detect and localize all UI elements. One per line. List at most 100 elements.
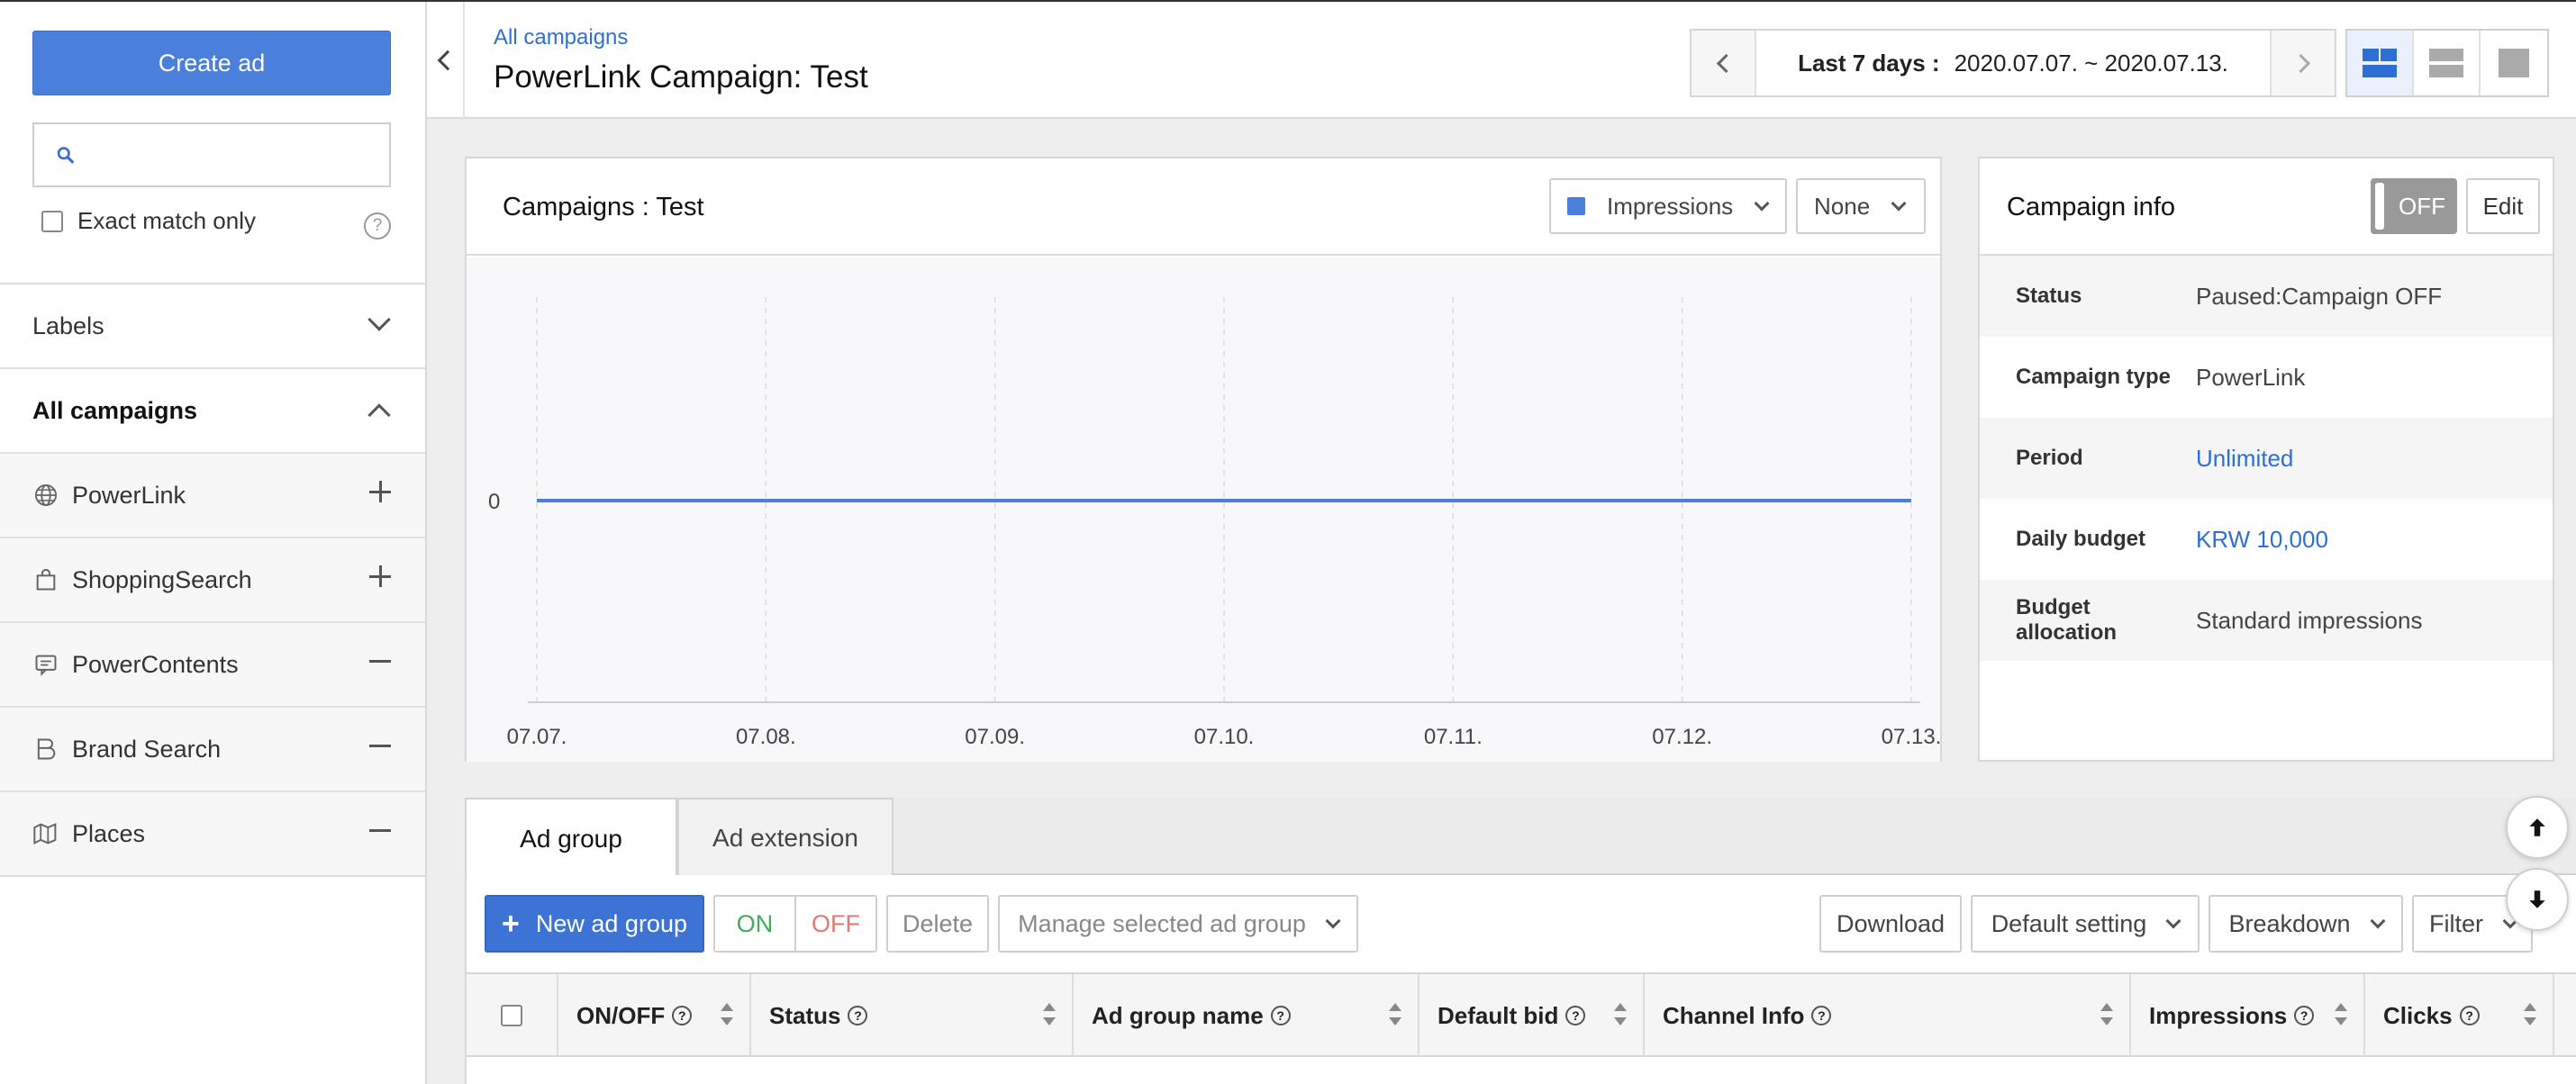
layout-split-button[interactable] <box>2347 31 2414 95</box>
all-campaigns-label: All campaigns <box>32 396 198 424</box>
x-tick-label: 07.11. <box>1424 725 1483 749</box>
edit-campaign-button[interactable]: Edit <box>2466 178 2540 234</box>
column-label: Default bid <box>1438 1001 1559 1029</box>
campaign-on-off-toggle[interactable]: OFF <box>2371 178 2457 234</box>
layout-rows-icon <box>2429 49 2463 77</box>
delete-button[interactable]: Delete <box>886 895 989 953</box>
manage-selected-ad-group-select[interactable]: Manage selected ad group <box>998 895 1358 953</box>
sidebar-item-places[interactable]: Places <box>0 790 425 875</box>
arrow-down-icon <box>2529 890 2545 908</box>
campaign-info-card: Campaign info OFF Edit Status Paused:Cam… <box>1978 157 2554 762</box>
manage-label: Manage selected ad group <box>1018 909 1306 937</box>
primary-metric-label: Impressions <box>1607 192 1734 220</box>
sidebar-item-label: PowerContents <box>72 650 239 678</box>
search-input[interactable] <box>75 124 389 185</box>
sort-icon[interactable] <box>2335 1003 2347 1028</box>
next-period-button[interactable] <box>2272 31 2335 95</box>
daily-budget-link[interactable]: KRW 10,000 <box>2196 526 2328 554</box>
exact-match-row[interactable]: Exact match only <box>41 207 256 235</box>
chevron-up-icon <box>367 403 391 427</box>
table-row[interactable] <box>467 1057 2576 1084</box>
all-campaigns-section[interactable]: All campaigns <box>0 367 425 452</box>
minus-icon[interactable] <box>369 819 391 841</box>
help-icon[interactable]: ? <box>848 1006 868 1025</box>
sidebar-item-brand-search[interactable]: Brand Search <box>0 706 425 790</box>
column-status[interactable]: Status? <box>751 974 1074 1057</box>
off-button[interactable]: OFF <box>794 895 877 953</box>
new-ad-group-label: New ad group <box>535 909 687 937</box>
column-clicks[interactable]: Clicks? <box>2365 974 2554 1057</box>
on-button[interactable]: ON <box>713 895 796 953</box>
select-all-checkbox[interactable] <box>501 1005 522 1026</box>
previous-period-button[interactable] <box>1692 31 1755 95</box>
labels-section[interactable]: Labels <box>0 283 425 367</box>
info-key: Daily budget <box>2016 527 2146 551</box>
primary-metric-select[interactable]: Impressions <box>1549 178 1787 234</box>
sort-icon[interactable] <box>1043 1003 1056 1028</box>
date-prefix: Last 7 days : <box>1798 49 1940 77</box>
x-tick-label: 07.09. <box>965 725 1025 749</box>
column-label: Clicks <box>2383 1001 2453 1029</box>
plus-icon[interactable] <box>369 565 391 587</box>
help-icon[interactable]: ? <box>1270 1006 1291 1025</box>
column-ad-group-name[interactable]: Ad group name? <box>1074 974 1420 1057</box>
download-button[interactable]: Download <box>1819 895 1962 953</box>
plus-icon[interactable] <box>369 481 391 502</box>
layout-rows-button[interactable] <box>2414 31 2481 95</box>
filter-label: Filter <box>2429 909 2483 937</box>
column-impressions[interactable]: Impressions? <box>2131 974 2365 1057</box>
sort-icon[interactable] <box>2100 1003 2113 1028</box>
minus-icon[interactable] <box>369 650 391 672</box>
brand-icon <box>32 736 59 763</box>
page-title: PowerLink Campaign: Test <box>494 59 868 95</box>
chevron-left-icon <box>437 50 458 71</box>
new-ad-group-button[interactable]: + New ad group <box>485 895 704 953</box>
exact-match-label: Exact match only <box>77 207 256 234</box>
sort-icon[interactable] <box>1389 1003 1401 1028</box>
tab-ad-group[interactable]: Ad group <box>465 798 677 879</box>
collapse-sidebar-button[interactable] <box>427 2 465 119</box>
help-icon[interactable]: ? <box>1565 1006 1586 1025</box>
chevron-down-icon <box>1891 195 1907 212</box>
help-icon[interactable]: ? <box>364 212 391 239</box>
sort-icon[interactable] <box>1614 1003 1627 1028</box>
shopping-bag-icon <box>32 566 59 593</box>
period-link[interactable]: Unlimited <box>2196 445 2293 473</box>
breakdown-select[interactable]: Breakdown <box>2209 895 2403 953</box>
sidebar-item-shoppingsearch[interactable]: ShoppingSearch <box>0 537 425 621</box>
breadcrumb[interactable]: All campaigns <box>494 25 628 50</box>
sidebar-item-powerlink[interactable]: PowerLink <box>0 452 425 537</box>
default-setting-select[interactable]: Default setting <box>1971 895 2200 953</box>
campaign-info-rows: Status Paused:Campaign OFF Campaign type… <box>1980 256 2553 661</box>
column-on-off[interactable]: ON/OFF? <box>558 974 751 1057</box>
date-range-label[interactable]: Last 7 days : 2020.07.07. ~ 2020.07.13. <box>1755 31 2272 95</box>
info-key: Period <box>2016 446 2083 470</box>
create-ad-button[interactable]: Create ad <box>32 31 391 95</box>
chart-background <box>467 257 1940 762</box>
exact-match-checkbox[interactable] <box>41 210 63 232</box>
help-icon[interactable]: ? <box>2294 1006 2315 1025</box>
search-box[interactable] <box>32 122 391 187</box>
help-icon[interactable]: ? <box>672 1006 693 1025</box>
tab-ad-extension[interactable]: Ad extension <box>677 798 893 877</box>
sidebar-item-label: PowerLink <box>72 481 186 509</box>
chart-card-header: Campaigns : Test Impressions None <box>467 158 1940 256</box>
help-icon[interactable]: ? <box>1811 1006 1832 1025</box>
scroll-down-button[interactable] <box>2506 868 2569 931</box>
secondary-metric-select[interactable]: None <box>1796 178 1926 234</box>
help-icon[interactable]: ? <box>2459 1006 2480 1025</box>
sort-icon[interactable] <box>2524 1003 2536 1028</box>
scroll-up-button[interactable] <box>2506 796 2569 859</box>
sort-icon[interactable] <box>721 1003 733 1028</box>
layout-full-button[interactable] <box>2481 31 2547 95</box>
info-row-campaign-type: Campaign type PowerLink <box>1980 337 2553 418</box>
column-channel-info[interactable]: Channel Info? <box>1645 974 2131 1057</box>
content-icon <box>32 651 59 678</box>
sidebar-item-label: ShoppingSearch <box>72 565 252 593</box>
sidebar-item-powercontents[interactable]: PowerContents <box>0 621 425 706</box>
globe-icon <box>32 482 59 509</box>
info-row-daily-budget: Daily budget KRW 10,000 <box>1980 499 2553 580</box>
minus-icon[interactable] <box>369 735 391 756</box>
column-label: ON/OFF <box>576 1001 666 1029</box>
column-default-bid[interactable]: Default bid? <box>1420 974 1645 1057</box>
